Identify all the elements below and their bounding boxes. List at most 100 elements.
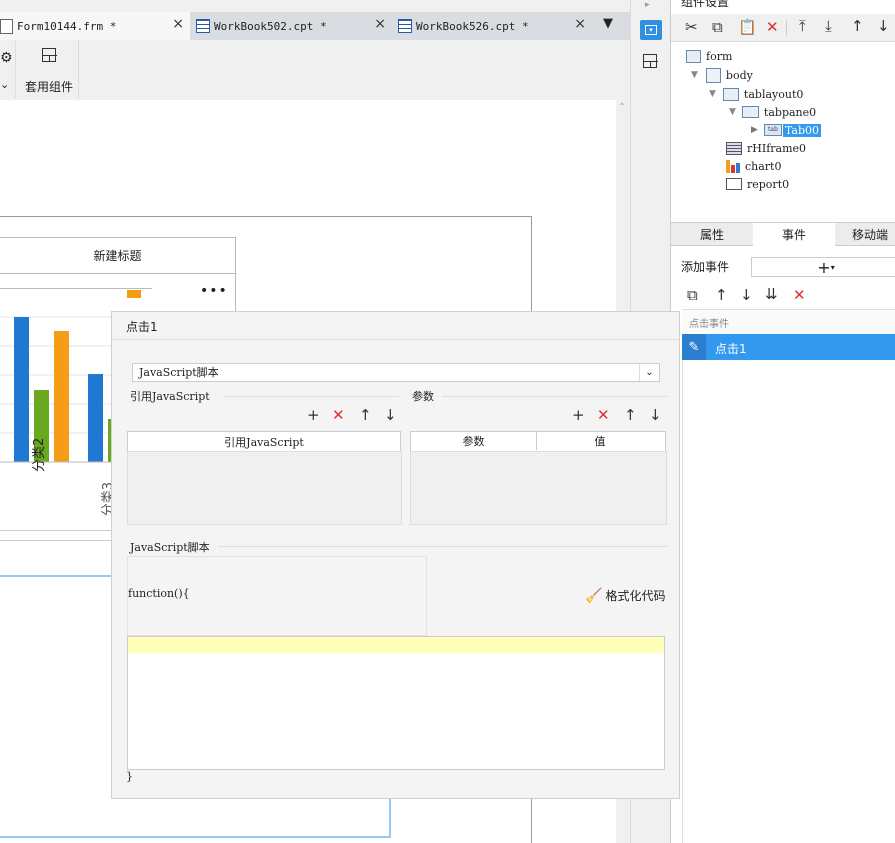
format-code-button[interactable]: 🧹 格式化代码 bbox=[585, 587, 665, 604]
component-settings-panel: 组件设置 ✂ ⧉ 📋 ✕ ⤒ ⤓ ↑ ↓ form ▼ body ▼ tabla… bbox=[670, 0, 895, 843]
param-column-header[interactable]: 参数 bbox=[411, 432, 537, 450]
script-type-value: JavaScript脚本 bbox=[139, 366, 219, 379]
sort-icon[interactable]: ⇊ bbox=[765, 285, 778, 303]
tree-node-label: Tab00 bbox=[782, 123, 822, 137]
close-tab-icon[interactable]: × bbox=[172, 16, 184, 32]
move-down-icon[interactable]: ↓ bbox=[649, 406, 662, 424]
tab-list-icon[interactable]: ▼ bbox=[603, 16, 613, 31]
delete-icon[interactable]: ✕ bbox=[766, 18, 779, 36]
copy-icon[interactable]: ⧉ bbox=[712, 18, 723, 36]
js-script-section-label: JavaScript脚本 bbox=[130, 541, 210, 554]
ref-js-table[interactable] bbox=[127, 451, 402, 525]
add-ref-icon[interactable]: + bbox=[307, 406, 320, 424]
tab-form10144[interactable]: Form10144.frm * × bbox=[0, 12, 190, 40]
body-icon bbox=[705, 67, 721, 83]
tree-node-tabpane0[interactable]: ▼ tabpane0 bbox=[729, 104, 816, 120]
close-tab-icon[interactable]: × bbox=[374, 16, 386, 32]
collapse-icon[interactable]: ▶ bbox=[751, 125, 758, 135]
form-file-icon bbox=[0, 18, 13, 34]
section-divider bbox=[442, 396, 667, 397]
function-close-text: } bbox=[126, 770, 133, 783]
widget-icon[interactable]: ⚙ bbox=[0, 50, 13, 66]
dialog-title: 点击1 bbox=[126, 320, 158, 334]
tree-node-body[interactable]: ▼ body bbox=[691, 67, 753, 83]
tree-node-label: tabpane0 bbox=[763, 105, 817, 119]
component-settings-rail-button[interactable]: ▾ bbox=[640, 20, 662, 40]
edit-icon[interactable]: ✎ bbox=[682, 334, 706, 360]
tree-node-report0[interactable]: report0 bbox=[726, 176, 789, 192]
event-toolbar: ⧉ ↑ ↓ ⇊ ✕ bbox=[683, 285, 895, 310]
tree-node-chart0[interactable]: chart0 bbox=[726, 158, 781, 174]
event-item-click1[interactable]: ✎ 点击1 bbox=[682, 334, 895, 360]
tree-node-label: tablayout0 bbox=[743, 87, 804, 101]
chart-title[interactable]: 新建标题 bbox=[0, 237, 236, 274]
chart-bar bbox=[88, 374, 103, 462]
format-code-label: 格式化代码 bbox=[605, 589, 666, 603]
move-down-icon[interactable]: ↓ bbox=[877, 17, 890, 35]
move-bottom-icon[interactable]: ⤓ bbox=[825, 17, 832, 35]
param-table[interactable] bbox=[410, 451, 667, 525]
tree-toolbar: ✂ ⧉ 📋 ✕ ⤒ ⤓ ↑ ↓ bbox=[671, 14, 895, 42]
move-top-icon[interactable]: ⤒ bbox=[799, 17, 806, 35]
tab-events[interactable]: 事件 bbox=[753, 223, 835, 246]
close-tab-icon[interactable]: × bbox=[574, 16, 586, 32]
event-item-label: 点击1 bbox=[715, 342, 747, 356]
iframe-icon bbox=[726, 141, 742, 155]
add-event-button[interactable]: + ▾ bbox=[751, 257, 895, 277]
code-editor[interactable] bbox=[127, 636, 665, 770]
value-column-header[interactable]: 值 bbox=[537, 432, 663, 450]
dropdown-arrow-icon[interactable]: ⌄ bbox=[0, 78, 9, 91]
rail-arrow-icon[interactable]: ▸ bbox=[645, 0, 650, 10]
move-up-icon[interactable]: ↑ bbox=[624, 406, 637, 424]
event-group-label: 点击事件 bbox=[689, 319, 729, 330]
component-template-icon[interactable] bbox=[42, 48, 57, 62]
scroll-up-icon[interactable]: ⌃ bbox=[618, 102, 626, 113]
function-open-text: function(){ bbox=[128, 587, 190, 600]
plus-icon: + bbox=[817, 257, 831, 277]
section-divider bbox=[218, 546, 667, 547]
add-event-label: 添加事件 bbox=[681, 260, 730, 274]
panel-header: 组件设置 bbox=[681, 0, 730, 9]
tab-workbook502[interactable]: WorkBook502.cpt * × bbox=[196, 12, 392, 40]
chevron-down-icon[interactable]: ⌄ bbox=[639, 364, 659, 381]
expand-icon[interactable]: ▼ bbox=[691, 70, 698, 80]
tree-node-label: rHIframe0 bbox=[747, 141, 807, 155]
cut-icon[interactable]: ✂ bbox=[685, 18, 698, 36]
param-section-label: 参数 bbox=[412, 390, 434, 403]
tab-workbook526[interactable]: WorkBook526.cpt * × bbox=[398, 12, 592, 40]
section-divider bbox=[224, 396, 399, 397]
tree-node-tab00[interactable]: ▶ tab Tab00 bbox=[751, 122, 822, 138]
delete-ref-icon[interactable]: ✕ bbox=[332, 406, 345, 424]
tree-node-rhiframe0[interactable]: rHIframe0 bbox=[726, 140, 806, 156]
move-up-icon[interactable]: ↑ bbox=[851, 17, 864, 35]
expand-icon[interactable]: ▼ bbox=[709, 89, 716, 99]
expand-icon[interactable]: ▼ bbox=[729, 107, 736, 117]
paste-icon[interactable]: 📋 bbox=[738, 18, 757, 36]
move-down-icon[interactable]: ↓ bbox=[384, 406, 397, 424]
component-template-label[interactable]: 套用组件 bbox=[25, 78, 73, 95]
x-tick-label: 分类2 bbox=[32, 437, 47, 472]
move-up-icon[interactable]: ↑ bbox=[715, 286, 728, 304]
move-up-icon[interactable]: ↑ bbox=[359, 406, 372, 424]
delete-param-icon[interactable]: ✕ bbox=[597, 406, 610, 424]
tab-properties[interactable]: 属性 bbox=[671, 223, 753, 246]
chart-bar bbox=[14, 317, 29, 462]
tab-icon: tab bbox=[763, 124, 782, 136]
event-list-border bbox=[682, 360, 683, 843]
event-group: 点击事件 bbox=[682, 309, 895, 334]
toolbar: ⚙ ⌄ 套用组件 bbox=[0, 40, 630, 100]
copy-icon[interactable]: ⧉ bbox=[687, 286, 698, 304]
tree-node-tablayout0[interactable]: ▼ tablayout0 bbox=[709, 86, 803, 102]
chart-bar bbox=[127, 290, 141, 298]
component-library-rail-icon[interactable] bbox=[643, 54, 658, 68]
report-icon bbox=[726, 178, 742, 190]
chart-icon bbox=[726, 159, 740, 173]
tab-label: WorkBook502.cpt * bbox=[214, 19, 327, 33]
delete-icon[interactable]: ✕ bbox=[793, 286, 806, 304]
script-type-select[interactable]: JavaScript脚本 ⌄ bbox=[132, 363, 660, 382]
ref-js-column-header[interactable]: 引用JavaScript bbox=[127, 431, 401, 453]
tree-node-form[interactable]: form bbox=[686, 48, 732, 64]
add-param-icon[interactable]: + bbox=[572, 406, 585, 424]
tab-mobile[interactable]: 移动端 bbox=[835, 223, 895, 246]
move-down-icon[interactable]: ↓ bbox=[740, 286, 753, 304]
